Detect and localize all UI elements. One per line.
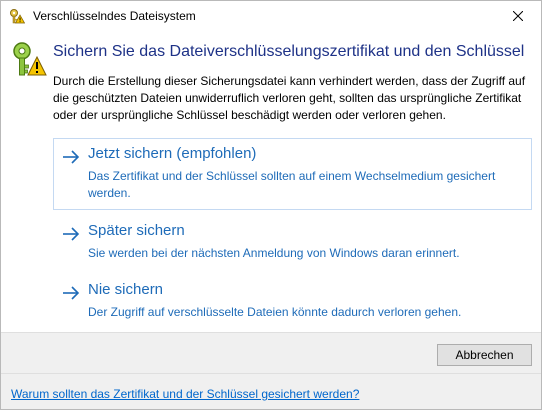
- footer-divider: [1, 373, 541, 374]
- dialog-footer: Abbrechen Warum sollten das Zertifikat u…: [1, 333, 541, 409]
- arrow-right-icon: [63, 286, 80, 300]
- option-title: Später sichern: [88, 222, 185, 239]
- efs-dialog-window: Verschlüsselndes Dateisystem Sichern Sie…: [0, 0, 542, 410]
- cancel-button[interactable]: Abbrechen: [437, 344, 532, 366]
- arrow-right-icon: [63, 227, 80, 241]
- help-link[interactable]: Warum sollten das Zertifikat und der Sch…: [11, 387, 359, 401]
- option-description: Das Zertifikat und der Schlüssel sollten…: [88, 169, 496, 200]
- key-warning-icon: [13, 42, 47, 76]
- window-title: Verschlüsselndes Dateisystem: [33, 9, 196, 23]
- option-description: Der Zugriff auf verschlüsselte Dateien k…: [88, 305, 462, 319]
- key-warning-icon: [10, 9, 25, 24]
- option-title: Jetzt sichern (empfohlen): [88, 145, 257, 162]
- description-text: Durch die Erstellung dieser Sicherungsda…: [53, 74, 526, 122]
- close-icon: [513, 11, 523, 21]
- backup-now-option[interactable]: Jetzt sichern (empfohlen) Das Zertifikat…: [53, 138, 532, 210]
- option-title: Nie sichern: [88, 281, 164, 298]
- option-description: Sie werden bei der nächsten Anmeldung vo…: [88, 246, 460, 260]
- page-title: Sichern Sie das Dateiverschlüsselungszer…: [53, 43, 525, 60]
- title-bar[interactable]: Verschlüsselndes Dateisystem: [1, 1, 541, 31]
- arrow-right-icon: [63, 150, 80, 164]
- close-button[interactable]: [495, 1, 541, 31]
- never-backup-option[interactable]: Nie sichern Der Zugriff auf verschlüssel…: [53, 274, 532, 326]
- backup-later-option[interactable]: Später sichern Sie werden bei der nächst…: [53, 215, 532, 267]
